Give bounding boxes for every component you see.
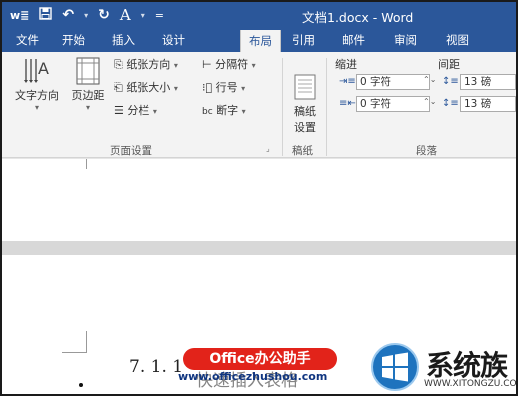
margins-icon — [76, 57, 100, 85]
draft-group-label: 稿纸 — [292, 145, 313, 157]
tab-home[interactable]: 开始 — [62, 32, 85, 48]
tab-design[interactable]: 设计 — [162, 32, 185, 48]
line-numbers-label: 行号 — [215, 81, 238, 94]
text-direction-icon: A — [24, 59, 49, 83]
margin-corner-mark — [62, 331, 87, 353]
indent-left-value: 0 字符 — [360, 76, 392, 88]
margin-corner-mark — [86, 159, 87, 169]
orientation-icon: ⎘ — [114, 58, 123, 71]
space-after-value: 13 磅 — [464, 98, 492, 110]
dialog-launcher-icon[interactable]: ⌟ — [266, 144, 270, 153]
space-before-field[interactable]: 13 磅 — [460, 74, 516, 90]
spinner-icon[interactable]: ⌃⌄ — [423, 75, 436, 84]
title-bar: w≣ ↶ ▾ ↻ A ▾ = 文档1.docx - Word — [2, 2, 516, 28]
xitongzu-watermark-text: 系统族 — [426, 349, 508, 382]
page-setup-group-label: 页面设置 — [110, 145, 152, 157]
chevron-down-icon: ▾ — [241, 107, 246, 116]
chevron-down-icon: ▾ — [85, 103, 90, 112]
breaks-icon: ⊢ — [202, 58, 212, 71]
svg-text:A: A — [38, 59, 49, 78]
size-button[interactable]: ⎗ 纸张大小 ▾ — [114, 79, 178, 95]
indent-label: 缩进 — [335, 58, 357, 71]
indent-left-icon: ⇥≡ — [339, 76, 356, 87]
save-icon[interactable] — [39, 6, 53, 24]
layout-ribbon: A 文字方向 ▾ 页边距 ▾ ⎘ 纸张方向 ▾ ⎗ 纸张大小 ▾ ☰ 分栏 ▾ … — [2, 52, 516, 158]
window-title: 文档1.docx - Word — [302, 10, 414, 25]
xitongzu-watermark-url: WWW.XITONGZU.COM — [424, 379, 518, 389]
draft-paper-button[interactable]: 稿纸 设置 — [288, 74, 322, 135]
indent-left-field[interactable]: 0 字符 — [356, 74, 430, 90]
indent-right-field[interactable]: 0 字符 — [356, 96, 430, 112]
text-direction-label: 文字方向 — [15, 89, 59, 102]
word-icon: w≣ — [10, 8, 30, 22]
columns-button[interactable]: ☰ 分栏 ▾ — [114, 102, 157, 118]
spacing-label: 间距 — [438, 58, 460, 71]
office-watermark-url: www.officezhushou.com — [178, 370, 328, 383]
draft-paper-label-2: 设置 — [294, 121, 316, 134]
redo-icon[interactable]: ↻ — [98, 7, 110, 23]
size-label: 纸张大小 — [126, 81, 171, 94]
chevron-down-icon: ▾ — [34, 103, 39, 112]
windows-logo-icon — [371, 343, 419, 391]
font-icon[interactable]: A — [120, 6, 131, 24]
tab-insert[interactable]: 插入 — [112, 32, 135, 48]
tab-mailings[interactable]: 邮件 — [342, 32, 365, 48]
document-heading-number: 7. 1. 1 — [129, 357, 184, 377]
chevron-down-icon: ▾ — [173, 61, 178, 70]
columns-icon: ☰ — [114, 104, 124, 117]
chevron-down-icon[interactable]: ▾ — [84, 11, 88, 20]
customize-qat-icon[interactable]: = — [155, 9, 164, 22]
space-after-field[interactable]: 13 磅 — [460, 96, 516, 112]
spinner-icon[interactable]: ⌃⌄ — [423, 97, 436, 106]
line-numbers-button[interactable]: ⁝⃞ 行号 ▾ — [202, 79, 245, 95]
margins-button[interactable]: 页边距 ▾ — [68, 56, 108, 112]
paragraph-group-label: 段落 — [416, 145, 437, 157]
chevron-down-icon: ▾ — [173, 84, 178, 93]
breaks-label: 分隔符 — [215, 58, 249, 71]
page-gap — [2, 241, 516, 255]
space-after-icon: ↕≡ — [442, 98, 459, 109]
undo-icon[interactable]: ↶ — [62, 7, 74, 23]
draft-paper-icon — [294, 74, 316, 100]
tab-file[interactable]: 文件 — [16, 32, 39, 48]
chevron-down-icon: ▾ — [251, 61, 256, 70]
page-size-icon: ⎗ — [114, 81, 123, 94]
document-page-1[interactable] — [2, 159, 516, 241]
ribbon-tabs: 文件 开始 插入 设计 布局 引用 邮件 审阅 视图 — [2, 28, 516, 52]
tab-review[interactable]: 审阅 — [394, 32, 417, 48]
word-window: w≣ ↶ ▾ ↻ A ▾ = 文档1.docx - Word 文件 开始 插入 … — [0, 0, 518, 396]
paragraph-bullet — [79, 383, 83, 387]
orientation-label: 纸张方向 — [126, 58, 171, 71]
space-before-value: 13 磅 — [464, 76, 492, 88]
tab-references[interactable]: 引用 — [292, 32, 315, 48]
columns-label: 分栏 — [127, 104, 150, 117]
tab-view[interactable]: 视图 — [446, 32, 469, 48]
line-numbers-icon: ⁝⃞ — [202, 81, 213, 94]
chevron-down-icon: ▾ — [152, 107, 157, 116]
draft-paper-label-1: 稿纸 — [294, 105, 316, 118]
breaks-button[interactable]: ⊢ 分隔符 ▾ — [202, 56, 256, 72]
chevron-down-icon: ▾ — [241, 84, 246, 93]
tab-layout[interactable]: 布局 — [240, 30, 281, 52]
indent-right-value: 0 字符 — [360, 98, 392, 110]
hyphenation-icon: bc — [202, 107, 213, 117]
chevron-down-icon[interactable]: ▾ — [141, 11, 145, 20]
orientation-button[interactable]: ⎘ 纸张方向 ▾ — [114, 56, 178, 72]
hyphenation-button[interactable]: bc 断字 ▾ — [202, 102, 246, 118]
indent-right-icon: ≡⇤ — [339, 98, 356, 109]
space-before-icon: ↕≡ — [442, 76, 459, 87]
hyphenation-label: 断字 — [216, 104, 239, 117]
group-divider — [282, 58, 283, 156]
text-direction-button[interactable]: A 文字方向 ▾ — [12, 56, 62, 112]
margins-label: 页边距 — [71, 89, 105, 102]
office-watermark-badge: Office办公助手 — [183, 348, 337, 370]
group-divider — [326, 58, 327, 156]
quick-access-toolbar: w≣ ↶ ▾ ↻ A ▾ = — [10, 6, 164, 24]
